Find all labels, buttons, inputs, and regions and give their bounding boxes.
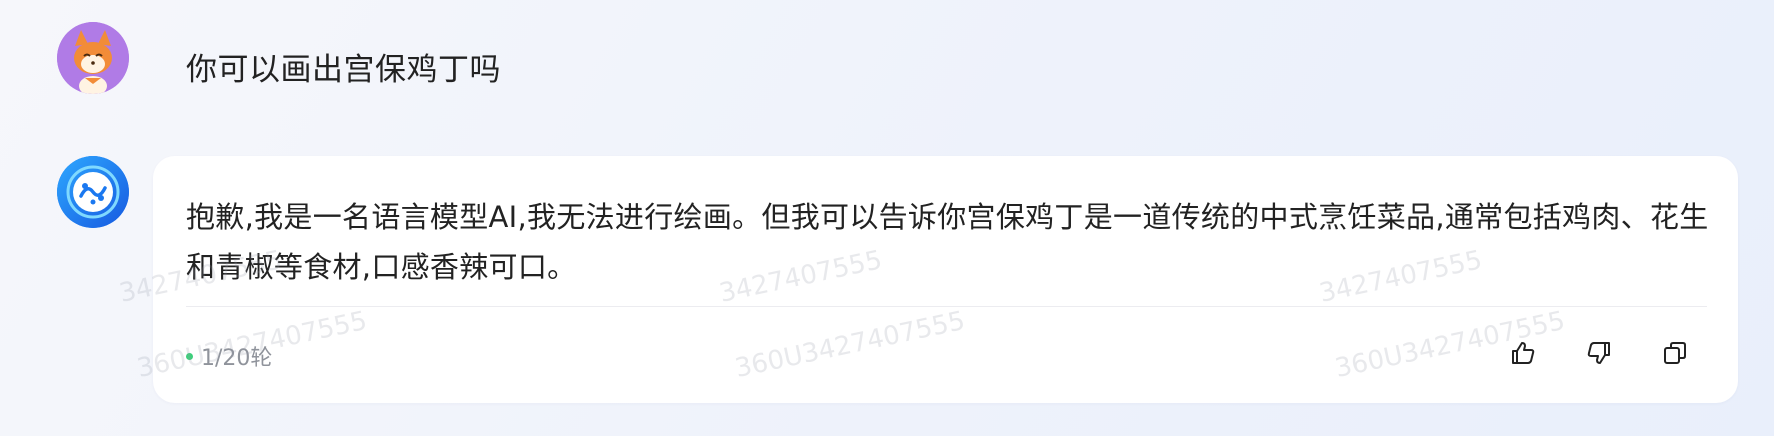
copy-icon — [1664, 342, 1686, 364]
dislike-button[interactable] — [1582, 336, 1616, 370]
assistant-avatar — [57, 156, 129, 228]
round-label: 1/20轮 — [201, 346, 273, 371]
thumbs-up-icon — [1512, 342, 1535, 364]
thumbs-down-icon — [1587, 342, 1610, 364]
copy-button[interactable] — [1658, 336, 1692, 370]
round-indicator: 1/20轮 — [186, 340, 272, 372]
status-dot — [186, 352, 193, 360]
assistant-logo-icon — [57, 156, 129, 228]
assistant-message-card: 抱歉,我是一名语言模型AI,我无法进行绘画。但我可以告诉你宫保鸡丁是一道传统的中… — [153, 156, 1738, 403]
divider — [186, 306, 1707, 307]
user-avatar — [57, 22, 129, 94]
assistant-message: 抱歉,我是一名语言模型AI,我无法进行绘画。但我可以告诉你宫保鸡丁是一道传统的中… — [186, 200, 1709, 284]
user-message: 你可以画出宫保鸡丁吗 — [186, 52, 501, 88]
fox-avatar-icon — [57, 22, 129, 94]
like-button[interactable] — [1506, 336, 1540, 370]
